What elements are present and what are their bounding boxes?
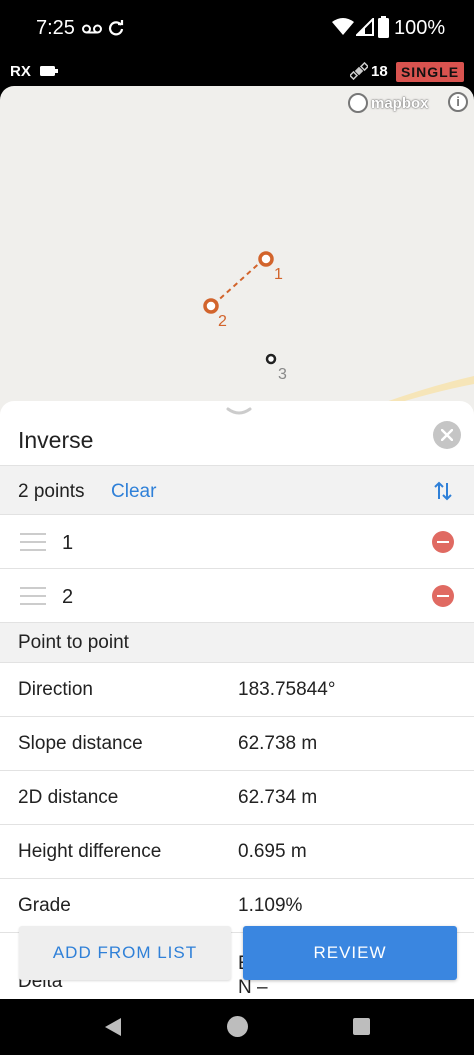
add-from-list-button[interactable]: ADD FROM LIST	[19, 926, 231, 980]
map-marker-3[interactable]: 3	[265, 353, 287, 383]
point-row[interactable]: 2	[0, 569, 474, 623]
wifi-icon	[332, 18, 354, 35]
receiver-label: RX	[10, 63, 31, 80]
fix-status-badge: SINGLE	[396, 62, 464, 82]
sheet-title: Inverse	[18, 427, 94, 453]
point-label: 1	[62, 532, 74, 554]
point-label: 2	[62, 586, 74, 608]
map-marker-label: 3	[278, 366, 287, 383]
map-marker-1[interactable]: 1	[258, 251, 283, 283]
battery-icon	[378, 16, 389, 38]
map-marker-2[interactable]: 2	[203, 298, 227, 330]
result-row-grade: Grade 1.109%	[0, 879, 474, 933]
result-row-height-difference: Height difference 0.695 m	[0, 825, 474, 879]
system-nav-bar	[0, 999, 474, 1055]
result-label: 2D distance	[18, 787, 119, 808]
receiver-battery-icon	[40, 66, 58, 76]
close-button[interactable]	[433, 421, 461, 449]
close-icon	[441, 429, 453, 441]
signal-icon	[356, 18, 374, 36]
drag-handle-icon[interactable]	[20, 531, 46, 553]
inverse-bottom-sheet: Inverse 2 points Clear 1 2 Point to poin…	[0, 401, 474, 999]
screen: 7:25 100% RX 18 SINGLE 1 2 3 mapbox i In…	[0, 0, 474, 1055]
points-header: 2 points Clear	[0, 465, 474, 515]
result-row-direction: Direction 183.75844°	[0, 663, 474, 717]
map-canvas: 1 2 3	[203, 251, 474, 408]
result-value: N –	[238, 977, 268, 998]
result-row-slope-distance: Slope distance 62.738 m	[0, 717, 474, 771]
mapbox-logo: mapbox	[348, 92, 429, 114]
result-value: 62.738 m	[238, 733, 318, 754]
point-row[interactable]: 1	[0, 515, 474, 569]
remove-point-button[interactable]	[432, 531, 454, 553]
section-header: Point to point	[0, 623, 474, 663]
drag-handle-icon[interactable]	[20, 585, 46, 607]
result-label: Height difference	[18, 841, 162, 862]
map-marker-label: 1	[274, 266, 283, 283]
result-label: Slope distance	[18, 733, 143, 754]
section-title: Point to point	[18, 632, 129, 653]
sync-icon	[108, 20, 124, 36]
swap-order-icon[interactable]	[432, 480, 454, 502]
back-icon[interactable]	[104, 1017, 122, 1037]
info-icon[interactable]: i	[448, 92, 468, 112]
voicemail-icon	[82, 24, 102, 34]
mapbox-wordmark: mapbox	[371, 94, 429, 112]
remove-point-button[interactable]	[432, 585, 454, 607]
map-view[interactable]: 1 2 3 mapbox i	[0, 86, 474, 416]
satellite-count: 18	[371, 63, 388, 80]
result-value: 183.75844°	[238, 679, 336, 700]
result-value: 1.109%	[238, 895, 303, 916]
points-count: 2 points	[18, 481, 85, 502]
clear-button[interactable]: Clear	[111, 481, 156, 503]
result-value: 0.695 m	[238, 841, 307, 862]
receiver-status-bar: RX 18 SINGLE	[0, 56, 474, 86]
battery-percent: 100%	[394, 17, 446, 39]
status-time: 7:25	[36, 17, 75, 39]
inverse-line	[212, 258, 265, 306]
status-bar: 7:25 100%	[0, 0, 474, 56]
result-row-2d-distance: 2D distance 62.734 m	[0, 771, 474, 825]
result-label: Grade	[18, 895, 71, 916]
map-marker-label: 2	[218, 313, 227, 330]
mapbox-mark-icon	[348, 93, 368, 113]
result-label: Direction	[18, 679, 93, 700]
chevron-down-icon[interactable]	[226, 407, 252, 417]
result-value: 62.734 m	[238, 787, 318, 808]
satellite-icon	[350, 62, 368, 80]
home-icon[interactable]	[227, 1016, 248, 1037]
review-button[interactable]: REVIEW	[243, 926, 457, 980]
recents-icon[interactable]	[353, 1018, 370, 1035]
